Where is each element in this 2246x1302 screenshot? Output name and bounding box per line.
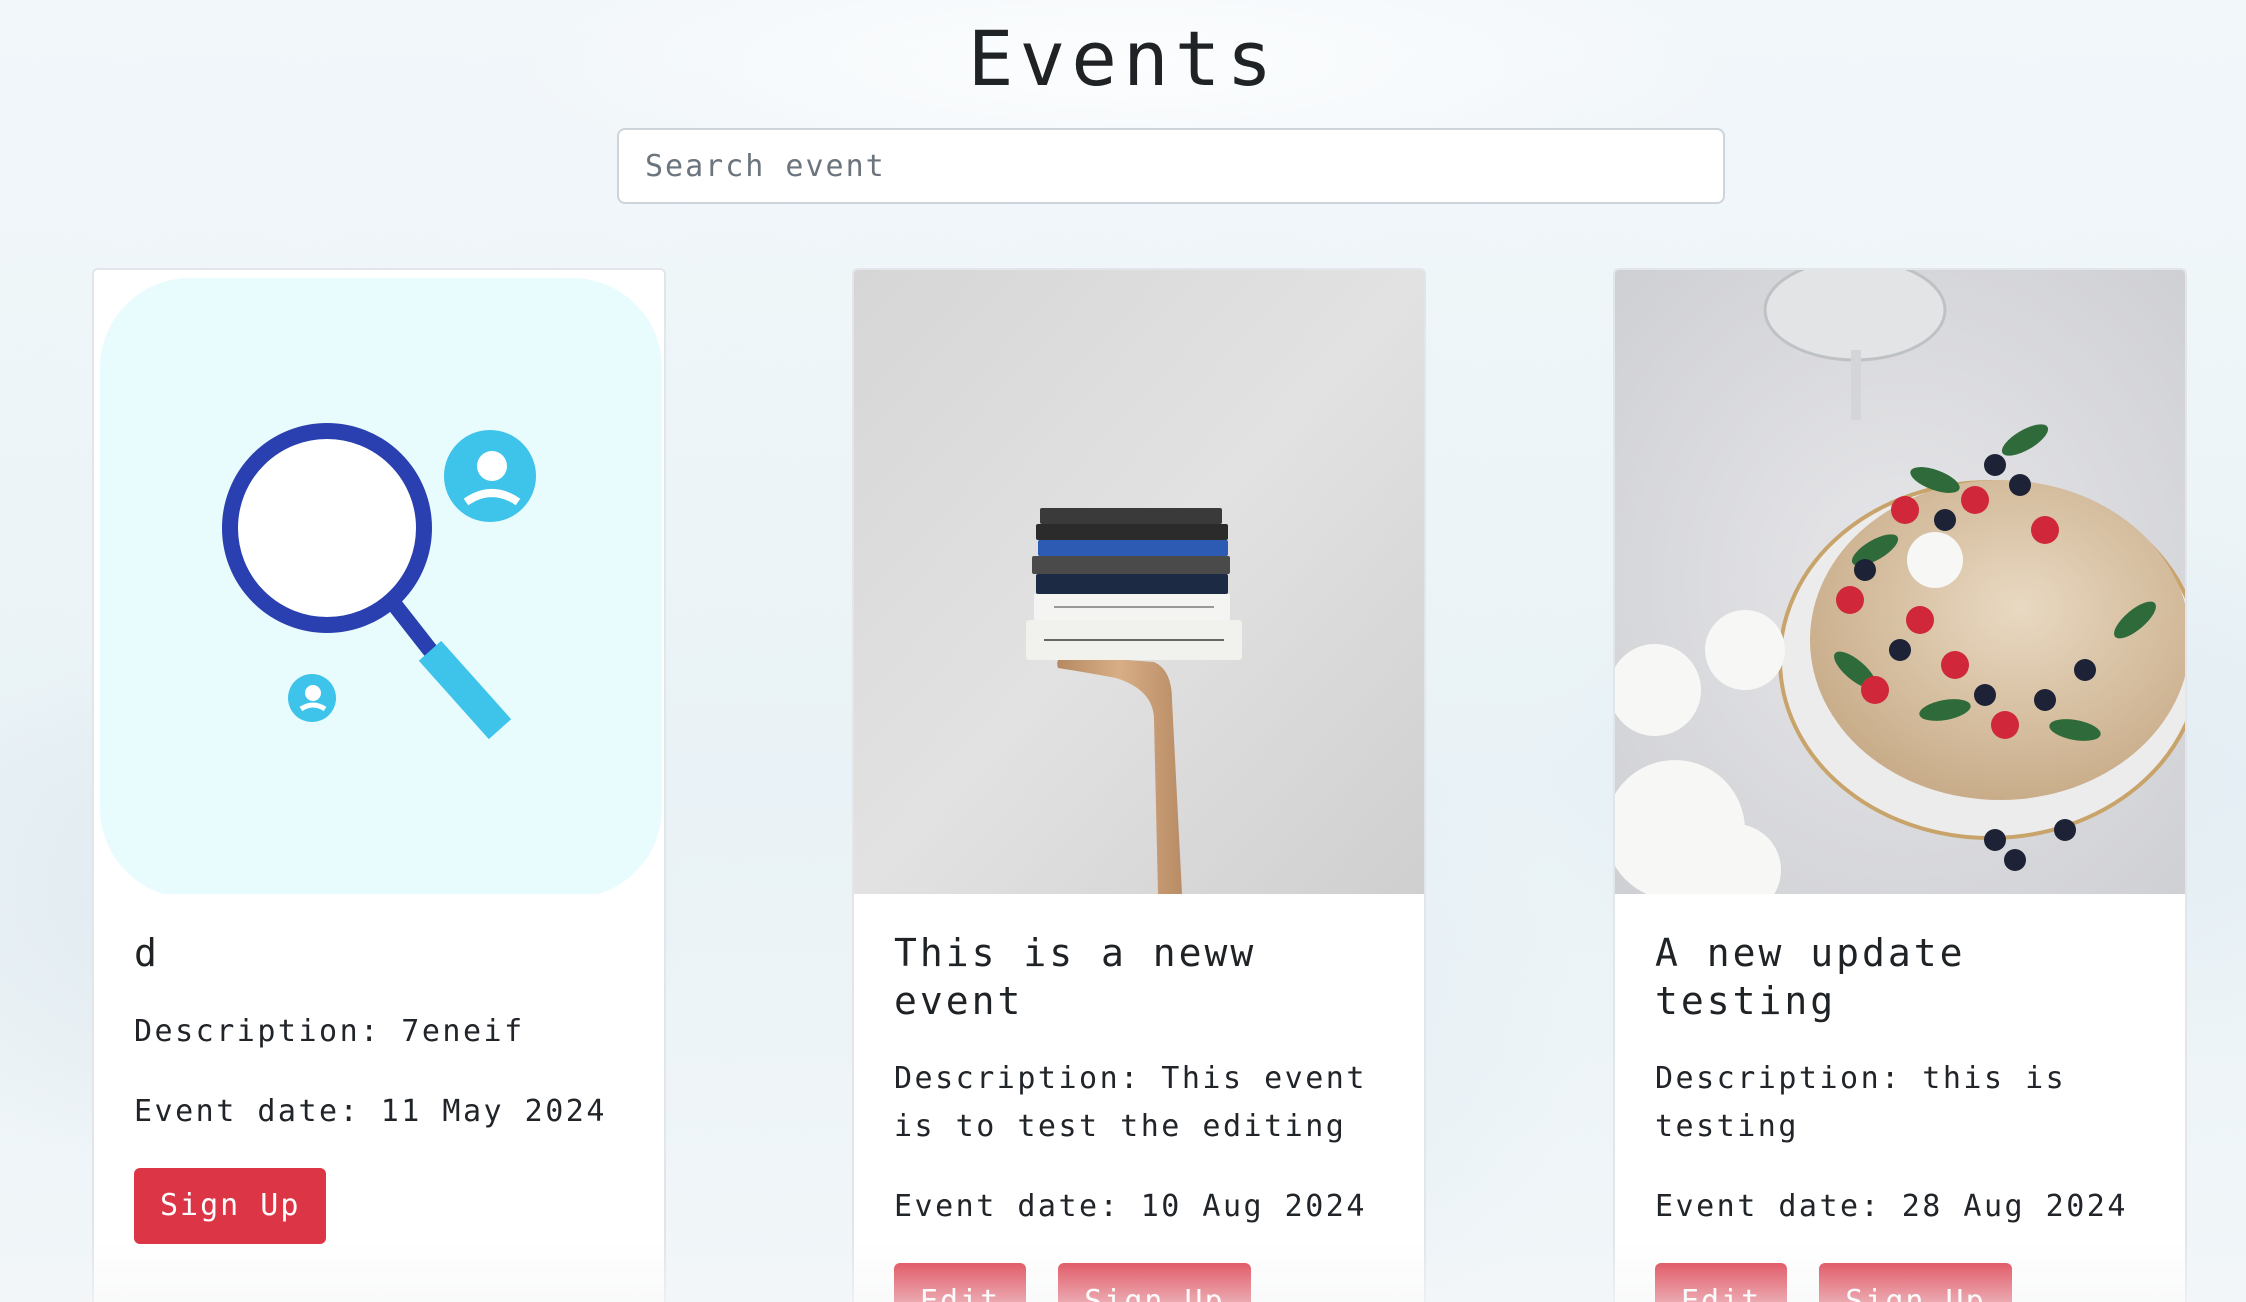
card-actions: Edit Sign Up — [894, 1263, 1394, 1302]
card-actions: Sign Up — [134, 1167, 634, 1244]
event-title: d — [134, 931, 160, 975]
edit-button[interactable]: Edit — [1655, 1263, 1788, 1302]
event-date: Event date: 28 Aug 2024 — [1655, 1189, 2128, 1224]
cake-photo — [1615, 270, 2185, 894]
event-description: Description: 7eneif — [134, 1013, 525, 1049]
sign-up-button[interactable]: Sign Up — [134, 1167, 327, 1244]
edit-button[interactable]: Edit — [894, 1263, 1027, 1302]
event-image — [94, 270, 664, 894]
event-card: A new update testing Description: this i… — [1613, 268, 2187, 1302]
sign-up-button[interactable]: Sign Up — [1819, 1263, 2012, 1302]
search-people-icon — [100, 278, 662, 894]
page-title: Events — [967, 14, 1279, 103]
event-description: Description: this is testing — [1655, 1061, 2067, 1144]
books-photo — [854, 270, 1424, 894]
sign-up-button[interactable]: Sign Up — [1058, 1263, 1251, 1302]
event-image — [854, 270, 1424, 894]
event-title: A new update testing — [1655, 931, 1966, 1023]
event-date: Event date: 10 Aug 2024 — [894, 1189, 1367, 1224]
event-card: This is a neww event Description: This e… — [852, 268, 1426, 1302]
event-date: Event date: 11 May 2024 — [134, 1093, 607, 1129]
card-body: d Description: 7eneif Event date: 11 May… — [134, 930, 634, 1244]
card-body: This is a neww event Description: This e… — [894, 930, 1394, 1302]
event-title: This is a neww event — [894, 931, 1257, 1023]
event-image — [1615, 270, 2185, 894]
card-actions: Edit Sign Up — [1655, 1263, 2155, 1302]
event-card: d Description: 7eneif Event date: 11 May… — [92, 268, 666, 1302]
search-bar — [617, 128, 1725, 204]
card-body: A new update testing Description: this i… — [1655, 930, 2155, 1302]
event-description: Description: This event is to test the e… — [894, 1061, 1367, 1144]
search-input[interactable] — [617, 128, 1725, 204]
